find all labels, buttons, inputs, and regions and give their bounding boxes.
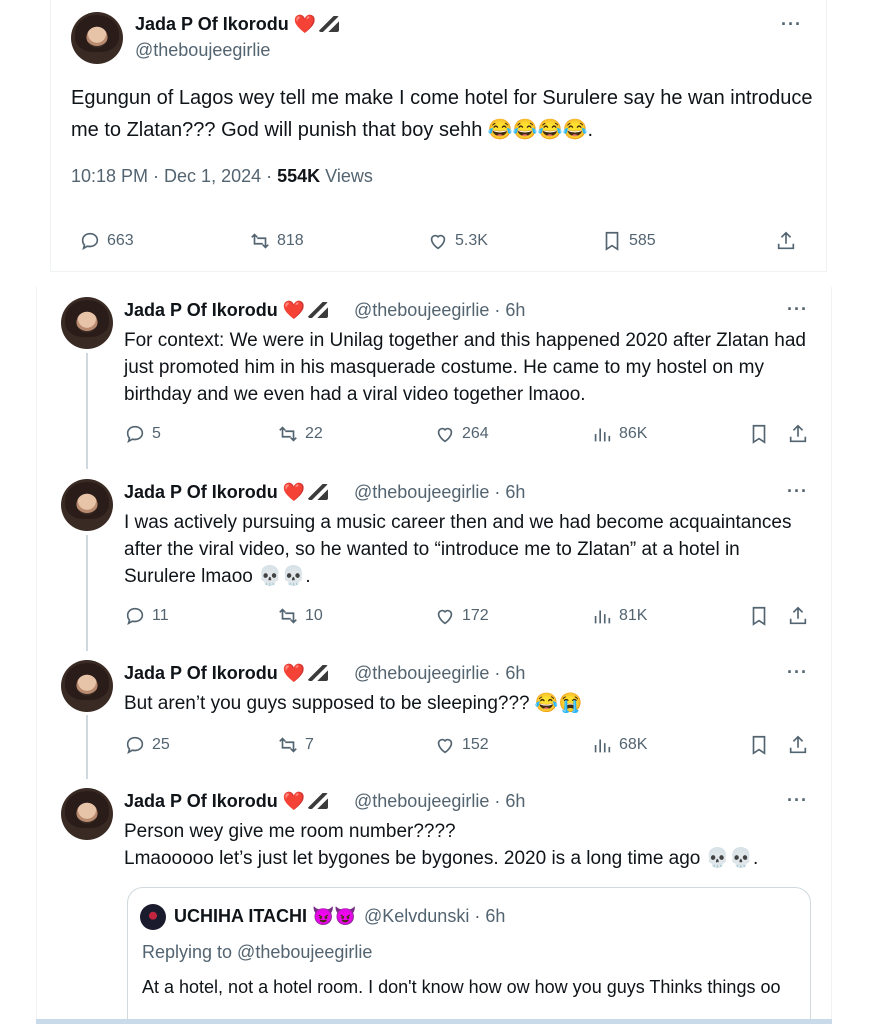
share-button[interactable] [787, 423, 809, 445]
views-count: 554K [277, 166, 321, 186]
bookmark-icon [752, 735, 766, 755]
bookmark-icon [605, 231, 619, 251]
flag-icon [308, 665, 329, 681]
avatar[interactable] [71, 12, 123, 64]
avatar[interactable] [61, 660, 113, 712]
repost-button[interactable]: 10 [277, 605, 323, 627]
reply-icon [81, 232, 99, 251]
heart-icon [437, 609, 453, 625]
author-name[interactable]: Jada P Of Ikorodu ❤️ [124, 791, 329, 812]
heart-icon [437, 427, 453, 443]
flag-icon [308, 302, 329, 318]
reply-icon [126, 607, 144, 626]
author-handle[interactable]: @theboujeegirlie · 6h [354, 300, 525, 321]
author-handle[interactable]: @theboujeegirlie · 6h [354, 482, 525, 503]
views-label: Views [325, 166, 373, 186]
flag-icon [308, 793, 329, 809]
share-button[interactable] [787, 734, 809, 756]
quoted-text: At a hotel, not a hotel room. I don't kn… [142, 977, 781, 997]
repost-icon [251, 233, 269, 249]
analytics-icon [594, 739, 611, 753]
share-icon [789, 424, 807, 443]
tweet-text-line-1: Person wey give me room number???? [124, 821, 456, 842]
repost-icon [279, 426, 297, 442]
views-button[interactable]: 68K [591, 734, 647, 756]
reply-button[interactable]: 11 [124, 605, 169, 627]
main-tweet-card: Jada P Of Ikorodu ❤️ @theboujeegirlie ··… [50, 0, 827, 272]
tweet-text: For context: We were in Unilag together … [124, 330, 806, 405]
more-icon[interactable]: ··· [787, 481, 808, 502]
avatar[interactable] [61, 479, 113, 531]
thread-line [86, 353, 88, 469]
avatar[interactable] [61, 297, 113, 349]
reply-button[interactable]: 663 [79, 230, 134, 252]
more-icon[interactable]: ··· [781, 14, 802, 35]
bookmark-button[interactable]: 585 [601, 230, 656, 252]
flag-icon [319, 16, 340, 32]
share-icon [789, 606, 807, 625]
bookmark-button[interactable] [748, 734, 770, 756]
author-name[interactable]: Jada P Of Ikorodu ❤️ [124, 482, 329, 503]
repost-button[interactable]: 22 [277, 423, 323, 445]
bookmark-button[interactable] [748, 423, 770, 445]
repost-button[interactable]: 818 [249, 230, 304, 252]
like-button[interactable]: 152 [434, 734, 489, 756]
avatar[interactable] [140, 904, 166, 930]
like-button[interactable]: 264 [434, 423, 489, 445]
tweet-text: Egungun of Lagos wey tell me make I come… [71, 87, 813, 141]
quoted-tweet[interactable]: UCHIHA ITACHI 😈😈 @Kelvdunski · 6h Replyi… [127, 887, 811, 1024]
analytics-icon [594, 610, 611, 624]
like-button[interactable]: 5.3K [427, 230, 488, 252]
replying-to[interactable]: Replying to @theboujeegirlie [142, 942, 372, 963]
author-handle[interactable]: @theboujeegirlie · 6h [354, 791, 525, 812]
tweet-text: I was actively pursuing a music career t… [124, 512, 792, 587]
repost-button[interactable]: 7 [277, 734, 314, 756]
tweet-meta: 10:18 PM · Dec 1, 2024 · 554K Views [71, 166, 373, 187]
reply-icon [126, 425, 144, 444]
share-button[interactable] [787, 605, 809, 627]
reply-button[interactable]: 5 [124, 423, 161, 445]
author-handle[interactable]: @theboujeegirlie · 6h [354, 663, 525, 684]
share-icon [789, 735, 807, 754]
analytics-icon [594, 428, 611, 442]
flag-icon [308, 484, 329, 500]
heart-icon [437, 738, 453, 754]
quoted-author-handle[interactable]: @Kelvdunski · 6h [364, 906, 505, 927]
like-button[interactable]: 172 [434, 605, 489, 627]
bookmark-icon [752, 606, 766, 626]
thread-card: Jada P Of Ikorodu ❤️ @theboujeegirlie · … [36, 287, 832, 1024]
share-icon [777, 231, 795, 250]
tweet-text: But aren’t you guys supposed to be sleep… [124, 693, 583, 714]
share-button[interactable] [775, 230, 797, 252]
bottom-bar [36, 1019, 832, 1024]
author-handle[interactable]: @theboujeegirlie [135, 40, 270, 61]
more-icon[interactable]: ··· [787, 790, 808, 811]
bookmark-button[interactable] [748, 605, 770, 627]
author-name[interactable]: Jada P Of Ikorodu ❤️ [135, 14, 340, 35]
views-button[interactable]: 86K [591, 423, 647, 445]
author-name[interactable]: Jada P Of Ikorodu ❤️ [124, 663, 329, 684]
thread-line [86, 535, 88, 651]
bookmark-icon [752, 424, 766, 444]
avatar[interactable] [61, 788, 113, 840]
quoted-author-name[interactable]: UCHIHA ITACHI 😈😈 [174, 906, 357, 927]
reply-button[interactable]: 25 [124, 734, 170, 756]
thread-line [86, 715, 88, 779]
heart-icon [430, 234, 446, 250]
tweet-time[interactable]: 10:18 PM · Dec 1, 2024 · [71, 166, 272, 186]
reply-icon [126, 736, 144, 755]
more-icon[interactable]: ··· [787, 299, 808, 320]
author-name[interactable]: Jada P Of Ikorodu ❤️ [124, 300, 329, 321]
repost-icon [279, 737, 297, 753]
tweet-text-line-2: Lmaooooo let’s just let bygones be bygon… [124, 848, 759, 869]
views-button[interactable]: 81K [591, 605, 647, 627]
repost-icon [279, 608, 297, 624]
more-icon[interactable]: ··· [787, 662, 808, 683]
